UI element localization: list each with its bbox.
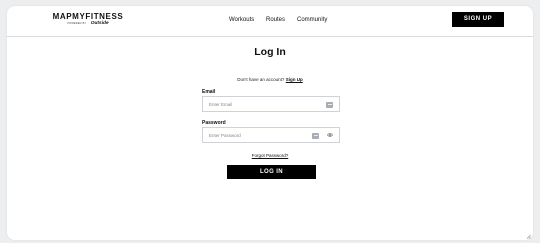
password-label: Password — [202, 120, 226, 126]
email-field-wrapper — [202, 96, 340, 112]
logo-subline: POWERED BY Outside — [48, 21, 128, 27]
no-account-text: Don't have an account? — [237, 77, 285, 82]
eye-icon[interactable] — [327, 133, 333, 137]
email-input[interactable] — [203, 97, 303, 111]
forgot-password-link[interactable]: Forgot Password? — [7, 153, 533, 158]
nav-routes[interactable]: Routes — [266, 17, 285, 23]
key-autofill-icon[interactable] — [312, 132, 319, 139]
password-field-wrapper — [202, 127, 340, 143]
nav-workouts[interactable]: Workouts — [229, 17, 254, 23]
sign-up-link[interactable]: Sign Up — [286, 77, 303, 82]
page-title: Log In — [254, 46, 286, 58]
log-in-button[interactable]: LOG IN — [227, 165, 316, 179]
site-header: MAPMYFITNESS POWERED BY Outside Workouts… — [7, 6, 533, 37]
logo-powered-by: POWERED BY — [67, 22, 87, 25]
email-label: Email — [202, 89, 216, 95]
nav-community[interactable]: Community — [297, 17, 327, 23]
resize-grip-icon[interactable] — [526, 234, 531, 239]
logo-brand: Outside — [90, 21, 109, 26]
password-input[interactable] — [203, 128, 303, 142]
sign-up-button[interactable]: SIGN UP — [452, 12, 504, 27]
login-page: MAPMYFITNESS POWERED BY Outside Workouts… — [7, 6, 533, 240]
mapmyfitness-logo[interactable]: MAPMYFITNESS POWERED BY Outside — [48, 12, 128, 27]
no-account-prompt: Don't have an account? Sign Up — [7, 77, 533, 82]
key-autofill-icon[interactable] — [326, 101, 333, 108]
